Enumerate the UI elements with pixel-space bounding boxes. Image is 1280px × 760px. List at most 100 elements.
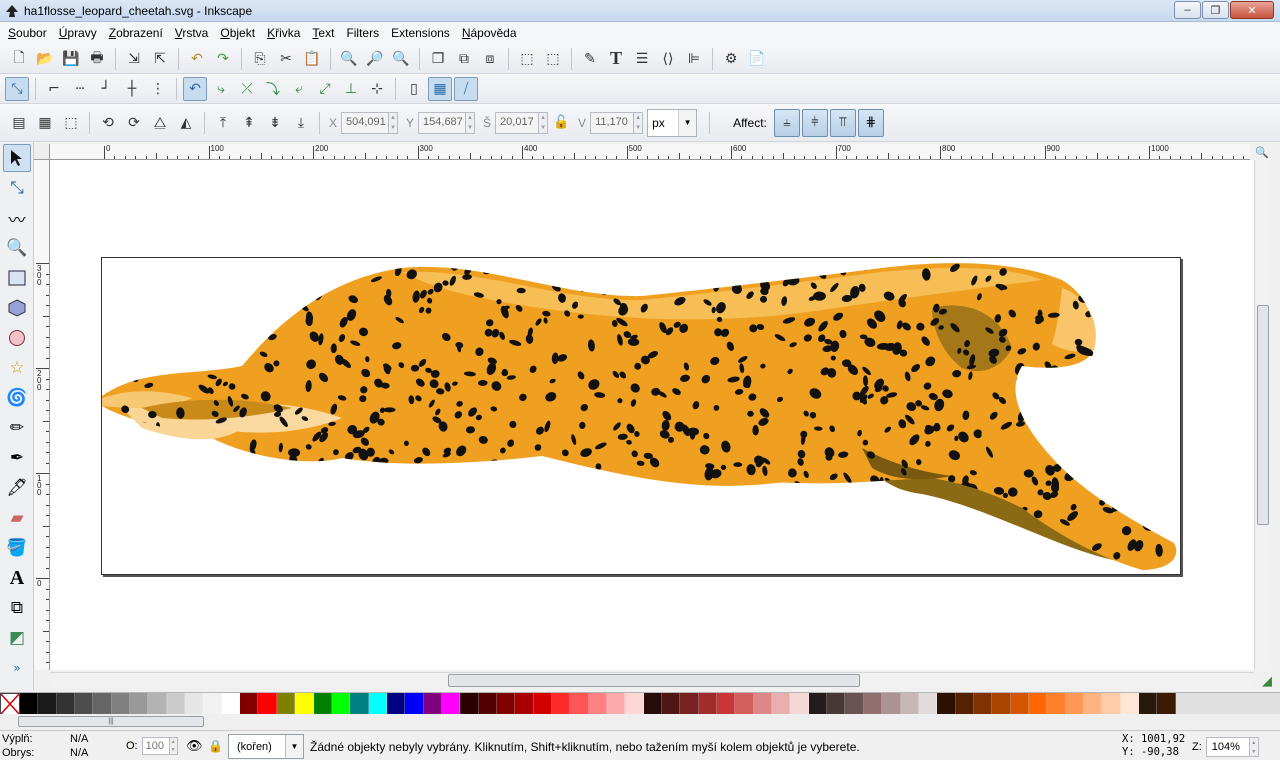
- color-swatch[interactable]: [460, 693, 479, 715]
- undo-icon[interactable]: ↶: [185, 47, 209, 71]
- color-swatch[interactable]: [203, 693, 222, 715]
- copy-icon[interactable]: ⎘: [248, 47, 272, 71]
- menu-vrstva[interactable]: Vrstva: [169, 23, 215, 43]
- color-swatch[interactable]: [478, 693, 497, 715]
- menu-soubor[interactable]: Soubor: [2, 23, 53, 43]
- color-swatch[interactable]: [863, 693, 883, 715]
- fill-value[interactable]: N/A: [70, 733, 88, 745]
- zoom-selection-icon[interactable]: 🔍: [337, 47, 361, 71]
- affect-patterns-icon[interactable]: ⋕: [857, 108, 884, 137]
- color-swatch[interactable]: [441, 693, 461, 715]
- color-swatch[interactable]: [221, 693, 241, 715]
- color-swatch[interactable]: [496, 693, 516, 715]
- layers-icon[interactable]: ☰: [630, 47, 654, 71]
- opacity-spinner[interactable]: ▲ ▼: [169, 737, 178, 755]
- save-icon[interactable]: 💾: [59, 47, 83, 71]
- color-swatch[interactable]: [973, 693, 993, 715]
- star-tool-icon[interactable]: ☆: [3, 354, 31, 382]
- color-swatch[interactable]: [1047, 693, 1066, 715]
- gradient-tool-icon[interactable]: ◩: [3, 624, 31, 652]
- horizontal-scrollbar[interactable]: [50, 672, 1254, 688]
- lower-icon[interactable]: ⇟: [263, 111, 287, 135]
- vertical-scrollbar[interactable]: [1254, 160, 1270, 670]
- zoom-drawing-icon[interactable]: 🔎: [363, 47, 387, 71]
- select-all-layers-icon[interactable]: ▦: [33, 111, 57, 135]
- snap-bbox-edge-icon[interactable]: ┄: [68, 77, 92, 101]
- calligraphy-tool-icon[interactable]: 🖋: [3, 474, 31, 502]
- paint-bucket-tool-icon[interactable]: 🪣: [3, 534, 31, 562]
- width-input[interactable]: 20,017: [495, 111, 540, 134]
- color-swatch[interactable]: [808, 693, 828, 715]
- snap-bbox-center-icon[interactable]: ⋮: [146, 77, 170, 101]
- no-paint-swatch[interactable]: [0, 693, 20, 715]
- menu-text[interactable]: Text: [306, 23, 340, 43]
- snap-midpoint-icon[interactable]: ⤢: [313, 77, 337, 101]
- color-swatch[interactable]: [111, 693, 131, 715]
- rotate-cw-icon[interactable]: ⟳: [122, 111, 146, 135]
- snap-nodes-icon[interactable]: ↶: [183, 76, 207, 101]
- x-input[interactable]: 504,091: [341, 111, 390, 134]
- snap-intersection-icon[interactable]: ⤫: [235, 77, 259, 101]
- y-spinner[interactable]: ▲ ▼: [466, 111, 476, 134]
- palette-scrollbar[interactable]: |||: [0, 714, 1280, 730]
- color-swatch[interactable]: [38, 693, 57, 715]
- group-icon[interactable]: ⬚: [515, 47, 539, 71]
- tweak-tool-icon[interactable]: 〰: [3, 204, 31, 232]
- color-swatch[interactable]: [588, 693, 607, 715]
- zoom-tool-icon[interactable]: 🔍: [3, 234, 31, 262]
- text-font-icon[interactable]: T: [604, 47, 628, 71]
- pencil-tool-icon[interactable]: ✏: [3, 414, 31, 442]
- zoom-input[interactable]: 104%: [1205, 737, 1250, 757]
- connector-tool-icon[interactable]: ⧉: [3, 594, 31, 622]
- snap-page-border-icon[interactable]: ▯: [402, 77, 426, 101]
- flip-horizontal-icon[interactable]: ⧋: [148, 111, 172, 135]
- zoom-spinner[interactable]: ▲ ▼: [1249, 737, 1259, 757]
- redo-icon[interactable]: ↷: [211, 47, 235, 71]
- menu-úpravy[interactable]: Úpravy: [53, 23, 103, 43]
- snap-path-icon[interactable]: ⤷: [209, 77, 233, 101]
- menu-filters[interactable]: Filters: [340, 23, 385, 43]
- opacity-input[interactable]: 100: [141, 737, 170, 755]
- preferences-icon[interactable]: ⚙: [719, 47, 743, 71]
- lock-proportions-icon[interactable]: 🔓: [549, 111, 573, 135]
- vertical-scroll-thumb[interactable]: [1257, 305, 1269, 525]
- zoom-lock-icon[interactable]: 🔍: [1254, 144, 1270, 160]
- drawing-canvas[interactable]: [50, 160, 1254, 670]
- unit-select[interactable]: px ▼: [647, 108, 698, 137]
- color-swatch[interactable]: [533, 693, 552, 715]
- color-swatch[interactable]: [607, 693, 626, 715]
- color-swatch[interactable]: [368, 693, 387, 715]
- color-swatch[interactable]: [276, 693, 296, 715]
- color-swatch[interactable]: [845, 693, 864, 715]
- color-swatch[interactable]: [313, 693, 332, 715]
- color-swatch[interactable]: [295, 693, 314, 715]
- eraser-tool-icon[interactable]: ▰: [3, 504, 31, 532]
- color-swatch[interactable]: [331, 693, 351, 715]
- color-swatch[interactable]: [680, 693, 699, 715]
- minimize-button[interactable]: ‒: [1174, 1, 1201, 19]
- color-swatch[interactable]: [717, 693, 736, 715]
- color-swatch[interactable]: [423, 693, 442, 715]
- height-spinner[interactable]: ▲ ▼: [634, 111, 644, 134]
- color-swatch[interactable]: [1102, 693, 1121, 715]
- color-swatch[interactable]: [753, 693, 773, 715]
- rectangle-tool-icon[interactable]: [3, 264, 31, 292]
- lock-icon[interactable]: 🔒: [208, 739, 223, 753]
- color-swatch[interactable]: [992, 693, 1011, 715]
- snap-cusp-icon[interactable]: ⤵: [261, 77, 285, 101]
- color-swatch[interactable]: [1010, 693, 1029, 715]
- snap-grid-icon[interactable]: ▦: [428, 76, 452, 101]
- select-all-icon[interactable]: ▤: [7, 111, 31, 135]
- export-icon[interactable]: ⇱: [148, 47, 172, 71]
- new-document-icon[interactable]: 🗋: [7, 47, 31, 71]
- color-swatch[interactable]: [1083, 693, 1103, 715]
- snap-smooth-icon[interactable]: ⤶: [287, 77, 311, 101]
- color-swatch[interactable]: [93, 693, 112, 715]
- color-swatch[interactable]: [735, 693, 754, 715]
- snap-enable-icon[interactable]: ⤡: [5, 76, 29, 101]
- color-swatch[interactable]: [1157, 693, 1176, 715]
- cut-icon[interactable]: ✂: [274, 47, 298, 71]
- color-swatch[interactable]: [185, 693, 204, 715]
- y-input[interactable]: 154,687: [418, 111, 467, 134]
- color-swatch[interactable]: [1028, 693, 1048, 715]
